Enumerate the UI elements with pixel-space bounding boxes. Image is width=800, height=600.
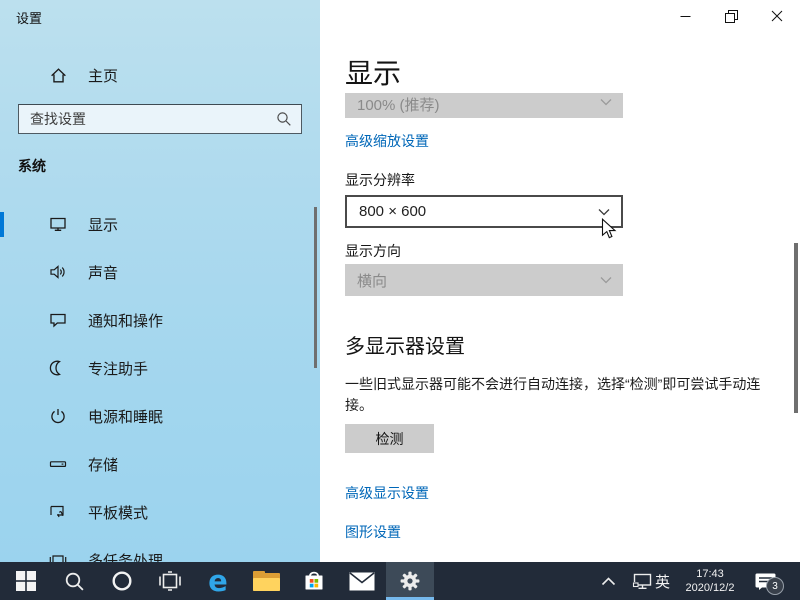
notification-count: 3	[772, 581, 778, 592]
tray-time: 17:43	[696, 567, 724, 581]
advanced-display-link[interactable]: 高级显示设置	[345, 483, 429, 503]
home-icon	[49, 66, 68, 85]
cortana-button[interactable]	[98, 562, 146, 600]
scaling-dropdown-value: 100% (推荐)	[345, 93, 600, 115]
multi-display-heading: 多显示器设置	[345, 330, 465, 359]
sidebar-item-power-sleep[interactable]: 电源和睡眠	[0, 394, 314, 438]
sidebar-item-storage[interactable]: 存储	[0, 442, 314, 486]
search-icon	[275, 110, 293, 128]
detect-button[interactable]: 检测	[345, 424, 434, 453]
tray-language-indicator[interactable]: 英	[655, 562, 670, 600]
sidebar-scrollbar[interactable]	[314, 207, 317, 368]
sidebar-item-label: 平板模式	[88, 502, 148, 523]
start-button[interactable]	[2, 562, 50, 600]
task-view-button[interactable]	[146, 562, 194, 600]
page-title: 显示	[345, 52, 401, 92]
mouse-cursor	[601, 218, 621, 240]
restore-icon	[725, 10, 738, 23]
chevron-down-icon	[600, 276, 612, 284]
edge-icon: e	[208, 567, 228, 596]
search-box	[18, 104, 302, 134]
settings-window: 设置 主页 系统 显示 声音	[0, 0, 800, 600]
restore-button[interactable]	[708, 0, 754, 32]
network-icon	[632, 573, 652, 590]
sidebar-item-label: 通知和操作	[88, 310, 163, 331]
resolution-dropdown[interactable]: 800 × 600	[345, 195, 623, 228]
chevron-down-icon	[600, 98, 612, 106]
tray-show-hidden-icons-button[interactable]	[596, 562, 620, 600]
tray-network-button[interactable]	[630, 562, 654, 600]
taskbar: e	[0, 562, 800, 600]
minimize-button[interactable]	[662, 0, 708, 32]
search-input[interactable]	[28, 110, 275, 128]
tray-date: 2020/12/2	[686, 581, 735, 595]
mail-icon	[349, 572, 375, 591]
cortana-icon	[111, 570, 133, 592]
language-label: 英	[655, 571, 670, 592]
sidebar-item-label: 电源和睡眠	[88, 406, 163, 427]
multi-display-description: 一些旧式显示器可能不会进行自动连接，选择“检测”即可尝试手动连接。	[345, 374, 772, 416]
close-button[interactable]	[754, 0, 800, 32]
advanced-scaling-link[interactable]: 高级缩放设置	[345, 131, 429, 151]
notifications-icon	[49, 311, 67, 329]
main-scrollbar[interactable]	[794, 243, 798, 413]
microsoft-store-button[interactable]	[290, 562, 338, 600]
mail-button[interactable]	[338, 562, 386, 600]
resolution-label: 显示分辨率	[345, 170, 415, 190]
orientation-label: 显示方向	[345, 241, 401, 261]
graphics-settings-link[interactable]: 图形设置	[345, 522, 401, 542]
sidebar-item-label: 存储	[88, 454, 118, 475]
sound-icon	[49, 263, 67, 281]
taskbar-search-button[interactable]	[50, 562, 98, 600]
display-icon	[49, 215, 67, 233]
notification-count-badge: 3	[766, 577, 784, 595]
sidebar-item-notifications[interactable]: 通知和操作	[0, 298, 314, 342]
sidebar-item-home[interactable]: 主页	[0, 60, 314, 90]
tablet-mode-icon	[49, 503, 67, 521]
sidebar-item-display[interactable]: 显示	[0, 202, 314, 246]
windows-logo-icon	[16, 571, 36, 591]
chevron-up-icon	[601, 577, 616, 586]
minimize-icon	[680, 11, 691, 22]
file-explorer-icon	[253, 571, 280, 591]
sidebar-item-label: 声音	[88, 262, 118, 283]
sidebar-item-tablet-mode[interactable]: 平板模式	[0, 490, 314, 534]
close-icon	[771, 10, 783, 22]
sidebar-item-label: 主页	[88, 65, 118, 86]
scaling-dropdown: 100% (推荐)	[345, 93, 623, 118]
settings-taskbar-button[interactable]	[386, 562, 434, 600]
microsoft-store-icon	[302, 569, 326, 593]
focus-assist-icon	[49, 359, 67, 377]
window-title: 设置	[16, 8, 42, 27]
file-explorer-button[interactable]	[242, 562, 290, 600]
chevron-down-icon	[598, 208, 610, 216]
search-icon	[64, 571, 85, 592]
sidebar: 设置 主页 系统 显示 声音	[0, 0, 320, 562]
gear-icon	[398, 569, 422, 593]
power-icon	[49, 407, 67, 425]
storage-icon	[49, 455, 67, 473]
sidebar-section-system: 系统	[18, 156, 46, 176]
orientation-dropdown: 横向	[345, 264, 623, 296]
sidebar-item-sound[interactable]: 声音	[0, 250, 314, 294]
resolution-dropdown-value: 800 × 600	[347, 203, 598, 220]
sidebar-item-focus-assist[interactable]: 专注助手	[0, 346, 314, 390]
edge-button[interactable]: e	[194, 562, 242, 600]
task-view-icon	[159, 571, 181, 591]
sidebar-item-label: 显示	[88, 214, 118, 235]
orientation-dropdown-value: 横向	[345, 270, 600, 291]
sidebar-item-label: 专注助手	[88, 358, 148, 379]
tray-clock[interactable]: 17:43 2020/12/2	[678, 562, 742, 600]
